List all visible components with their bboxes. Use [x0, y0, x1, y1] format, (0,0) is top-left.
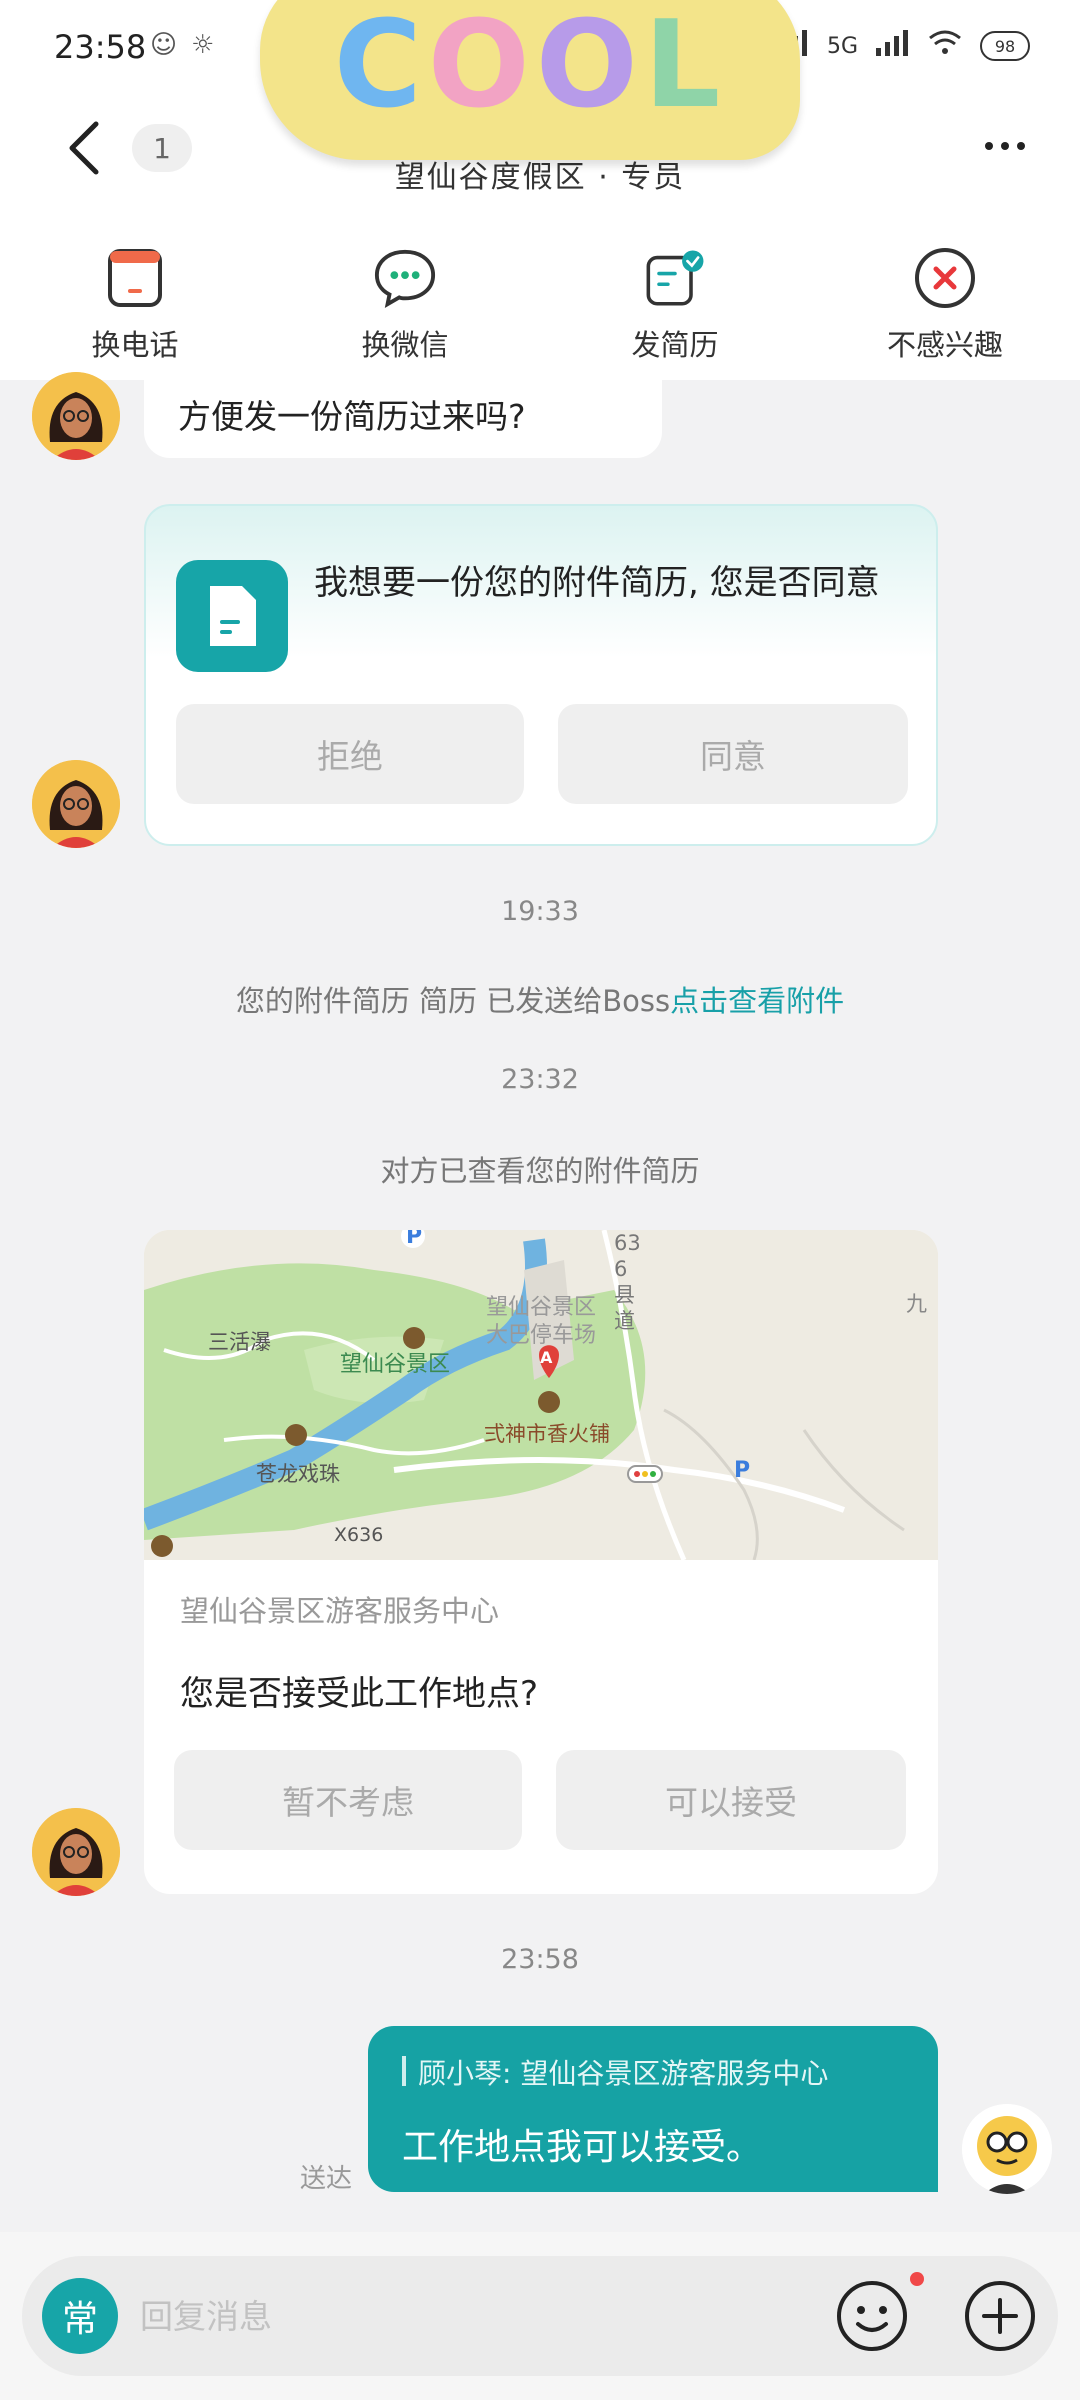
map-pin-icon: A: [540, 1348, 553, 1367]
system-message-viewed: 对方已查看您的附件简历: [380, 1154, 700, 1188]
action-label: 不感兴趣: [886, 328, 1003, 362]
signal-icon: [876, 30, 910, 62]
reject-button[interactable]: 拒绝: [176, 704, 524, 804]
notification-dot: [910, 2272, 924, 2286]
map-label: 九: [906, 1292, 927, 1316]
map-label-text: 望仙谷景区: [486, 1295, 597, 1320]
more-actions-button[interactable]: [962, 2278, 1038, 2354]
status-time: 23:58: [54, 28, 147, 66]
avatar[interactable]: [32, 372, 120, 460]
network-5g-label: 5G: [826, 33, 858, 59]
avatar[interactable]: [32, 760, 120, 848]
sticker-letter: O: [535, 0, 644, 135]
sent-message-text: 工作地点我可以接受。: [402, 2127, 763, 2168]
map-label: 弍神市香火铺: [484, 1422, 610, 1446]
map-label: 636县道: [614, 1231, 641, 1333]
system-message-sent: 您的附件简历 简历 已发送给Boss点击查看附件: [0, 978, 1080, 1020]
input-container: 常: [22, 2256, 1058, 2376]
view-attachment-link[interactable]: 点击查看附件: [670, 984, 844, 1018]
more-dot-icon: [1017, 142, 1025, 150]
phone-icon: [103, 246, 167, 310]
parking-icon: P: [406, 1230, 423, 1249]
map-label: X636: [334, 1524, 384, 1546]
cool-sticker: C O O L: [260, 0, 800, 160]
timestamp: 23:32: [501, 1064, 579, 1095]
exchange-wechat-button[interactable]: 换微信: [270, 230, 540, 380]
location-card: P P A 望仙谷景区 大巴停车场 三活瀑 望仙谷景区 弍神市香火铺 苍龙戏珠 …: [144, 1230, 938, 1894]
map-graphic: [144, 1230, 938, 1560]
recruiter-avatar-icon: [32, 760, 120, 848]
location-map[interactable]: P P A 望仙谷景区 大巴停车场 三活瀑 望仙谷景区 弍神市香火铺 苍龙戏珠 …: [144, 1230, 938, 1560]
location-question: 您是否接受此工作地点?: [180, 1674, 539, 1714]
message-bubble: 方便发一份简历过来吗?: [144, 380, 662, 458]
send-resume-button[interactable]: 发简历: [540, 230, 810, 380]
recruiter-avatar-icon: [32, 372, 120, 460]
quick-reply-button[interactable]: 常: [42, 2278, 118, 2354]
user-avatar-icon: [962, 2104, 1052, 2194]
action-bar: 换电话 换微信 发简历 不感兴趣: [0, 230, 1080, 380]
message-input[interactable]: [140, 2286, 740, 2346]
smiley-icon: [837, 2281, 907, 2351]
not-interested-button[interactable]: 不感兴趣: [810, 230, 1080, 380]
recruiter-avatar-icon: [32, 1808, 120, 1896]
action-label: 换电话: [91, 328, 179, 362]
resume-request-text: 我想要一份您的附件简历, 您是否同意: [314, 563, 880, 603]
weather-icon: ☼: [191, 30, 215, 60]
ghost-icon: ☺: [150, 30, 178, 60]
map-label: 苍龙戏珠: [256, 1462, 340, 1486]
location-name: 望仙谷景区游客服务中心: [180, 1594, 500, 1628]
sticker-letter: C: [333, 0, 428, 135]
sticker-letter: L: [643, 0, 727, 135]
document-icon: [176, 560, 288, 672]
more-options-button[interactable]: [970, 126, 1040, 166]
resume-request-card: 我想要一份您的附件简历, 您是否同意 拒绝 同意: [144, 504, 938, 846]
wifi-icon: [928, 30, 962, 62]
action-label: 发简历: [631, 328, 719, 362]
map-label-text: 大巴停车场: [486, 1323, 597, 1348]
more-dot-icon: [985, 142, 993, 150]
input-bar: 常: [0, 2232, 1080, 2400]
decline-location-button[interactable]: 暂不考虑: [174, 1750, 522, 1850]
accept-location-button[interactable]: 可以接受: [556, 1750, 906, 1850]
system-message-text: 您的附件简历 简历 已发送给Boss: [235, 984, 671, 1018]
resume-icon: [643, 246, 707, 310]
plus-icon: [965, 2281, 1035, 2351]
agree-button[interactable]: 同意: [558, 704, 908, 804]
sent-message-bubble[interactable]: 顾小琴: 望仙谷景区游客服务中心 工作地点我可以接受。: [368, 2026, 938, 2192]
parking-icon: P: [734, 1458, 751, 1483]
status-notification-icons: ☺ ☼: [150, 30, 214, 60]
timestamp: 23:58: [501, 1944, 579, 1975]
quoted-text: 顾小琴: 望仙谷景区游客服务中心: [418, 2057, 829, 2090]
exchange-phone-button[interactable]: 换电话: [0, 230, 270, 380]
wechat-icon: [373, 246, 437, 310]
map-label: 望仙谷景区: [340, 1352, 451, 1377]
emoji-button[interactable]: [834, 2278, 910, 2354]
timestamp: 19:33: [501, 896, 579, 927]
action-label: 换微信: [361, 328, 449, 362]
avatar[interactable]: [32, 1808, 120, 1896]
quote-bar: [402, 2056, 406, 2086]
map-label: 望仙谷景区 大巴停车场: [486, 1294, 596, 1350]
sticker-letter: O: [427, 0, 536, 135]
avatar[interactable]: [962, 2104, 1052, 2194]
more-dot-icon: [1001, 142, 1009, 150]
message-text: 方便发一份简历过来吗?: [178, 397, 526, 436]
battery-icon: 98: [980, 31, 1030, 61]
not-interested-icon: [913, 246, 977, 310]
map-label: 三活瀑: [208, 1330, 271, 1354]
delivery-status: 送达: [300, 2164, 353, 2194]
